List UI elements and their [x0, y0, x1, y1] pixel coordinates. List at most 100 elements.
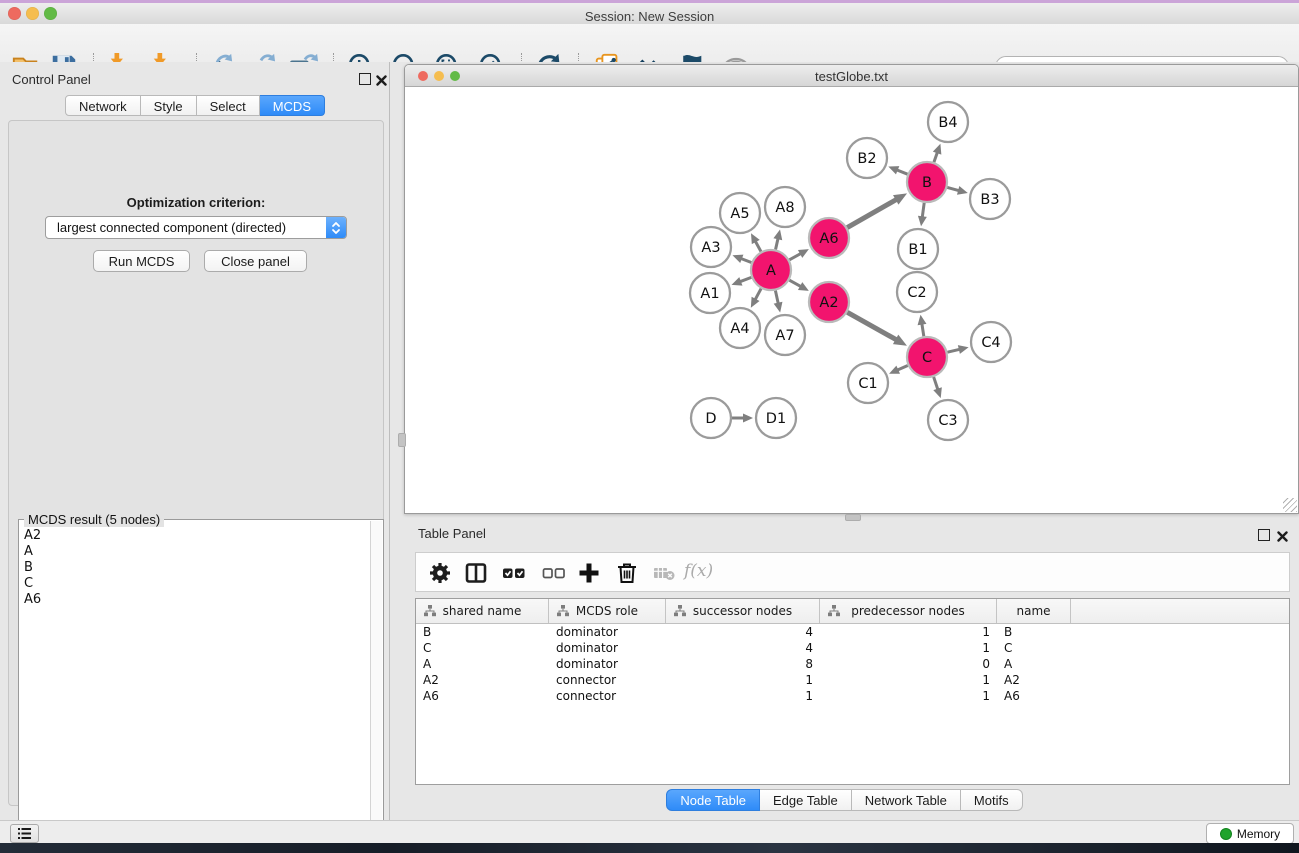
network-canvas[interactable]: B4 B2 B B3 A5 A8A6 A3 B1 A A1 C2 A2 A4A7 C4 C C1 C3 D D1: [405, 87, 1298, 513]
graph-node-B[interactable]: B: [907, 162, 947, 202]
optimization-criterion-label: Optimization criterion:: [9, 195, 383, 210]
graph-node-B4[interactable]: B4: [928, 102, 968, 142]
graph-node-C1[interactable]: C1: [848, 363, 888, 403]
resize-grip[interactable]: [1283, 498, 1297, 512]
add-icon[interactable]: [577, 561, 601, 585]
result-list-item[interactable]: C: [24, 576, 371, 592]
status-bar: Memory: [0, 820, 1299, 843]
edge-arrowhead-icon: [774, 302, 783, 313]
node-table[interactable]: shared nameMCDS rolesuccessor nodesprede…: [415, 598, 1290, 785]
network-view-window[interactable]: testGlobe.txt B4 B2 B B3 A5 A8A6 A3 B1 A A1 C2 A2 A4…: [404, 64, 1299, 514]
graph-node-C[interactable]: C: [907, 337, 947, 377]
table-row[interactable]: Bdominator41B: [416, 624, 1289, 640]
graph-node-B2[interactable]: B2: [847, 138, 887, 178]
criterion-value: largest connected component (directed): [46, 220, 326, 235]
settings-icon[interactable]: [428, 561, 452, 585]
graph-node-A3[interactable]: A3: [691, 227, 731, 267]
table-tab-edge-table[interactable]: Edge Table: [760, 789, 852, 811]
select-all-rows-icon[interactable]: [502, 561, 526, 585]
result-list-item[interactable]: A6: [24, 592, 371, 608]
task-history-button[interactable]: [10, 824, 39, 843]
graph-node-A2[interactable]: A2: [809, 282, 849, 322]
graph-edge-A-A6[interactable]: [789, 253, 801, 260]
tree-column-icon: [674, 605, 686, 617]
result-list-item[interactable]: A2: [24, 528, 371, 544]
table-cell: dominator: [549, 657, 666, 671]
table-cell: 0: [820, 657, 997, 671]
graph-edge-A2-C[interactable]: [847, 312, 897, 340]
svg-text:B4: B4: [938, 115, 957, 131]
memory-label: Memory: [1237, 827, 1280, 841]
criterion-dropdown[interactable]: largest connected component (directed): [45, 216, 347, 239]
graph-edge-C-C4[interactable]: [947, 349, 960, 352]
graph-node-A6[interactable]: A6: [809, 218, 849, 258]
column-header-predecessor-nodes[interactable]: predecessor nodes: [820, 599, 997, 623]
table-close-panel-icon[interactable]: [1277, 529, 1288, 540]
table-row[interactable]: Cdominator41C: [416, 640, 1289, 656]
table-float-panel-icon[interactable]: [1258, 529, 1270, 541]
graph-node-B1[interactable]: B1: [898, 229, 938, 269]
graph-node-A4[interactable]: A4: [720, 308, 760, 348]
result-list-item[interactable]: A: [24, 544, 371, 560]
svg-text:C2: C2: [907, 285, 926, 301]
column-header-name[interactable]: name: [997, 599, 1071, 623]
table-row[interactable]: Adominator80A: [416, 656, 1289, 672]
table-tab-motifs[interactable]: Motifs: [961, 789, 1023, 811]
tree-column-icon: [557, 605, 569, 617]
table-cell: connector: [549, 673, 666, 687]
show-columns-icon[interactable]: [464, 561, 488, 585]
svg-text:A5: A5: [730, 206, 749, 222]
run-mcds-button[interactable]: Run MCDS: [93, 250, 190, 272]
graph-edge-A-A4[interactable]: [755, 289, 761, 301]
table-row[interactable]: A2connector11A2: [416, 672, 1289, 688]
graph-node-C2[interactable]: C2: [897, 272, 937, 312]
close-panel-button[interactable]: Close panel: [204, 250, 307, 272]
deselect-all-rows-icon[interactable]: [542, 561, 566, 585]
mcds-result-box: MCDS result (5 nodes) A2ABCA6: [18, 519, 384, 853]
delete-icon[interactable]: [615, 561, 639, 585]
column-header-shared-name[interactable]: shared name: [416, 599, 549, 623]
graph-edge-C-C3[interactable]: [934, 377, 939, 391]
svg-text:D: D: [705, 411, 716, 427]
horizontal-scrollbar-thumb[interactable]: [845, 514, 861, 521]
graph-node-D1[interactable]: D1: [756, 398, 796, 438]
svg-text:C1: C1: [858, 376, 877, 392]
edge-arrowhead-icon: [732, 255, 743, 263]
column-header-successor-nodes[interactable]: successor nodes: [666, 599, 820, 623]
tab-mcds[interactable]: MCDS: [260, 95, 325, 116]
table-row[interactable]: A6connector11A6: [416, 688, 1289, 704]
column-header-mcds-role[interactable]: MCDS role: [549, 599, 666, 623]
graph-edge-A-A7[interactable]: [775, 291, 778, 305]
tab-select[interactable]: Select: [197, 95, 260, 116]
graph-node-A5[interactable]: A5: [720, 193, 760, 233]
function-builder-icon: f(x): [684, 561, 713, 581]
table-cell: 1: [666, 673, 820, 687]
table-tab-node-table[interactable]: Node Table: [666, 789, 760, 811]
memory-button[interactable]: Memory: [1206, 823, 1294, 844]
graph-edge-C-C2[interactable]: [922, 323, 924, 337]
vertical-scrollbar-thumb[interactable]: [398, 433, 406, 447]
mcds-result-list[interactable]: A2ABCA6: [20, 528, 371, 853]
graph-node-A8[interactable]: A8: [765, 187, 805, 227]
table-cell: A6: [416, 689, 549, 703]
graph-node-C3[interactable]: C3: [928, 400, 968, 440]
graph-node-A[interactable]: A: [751, 250, 791, 290]
graph-edge-A6-B[interactable]: [847, 199, 897, 228]
graph-node-A7[interactable]: A7: [765, 315, 805, 355]
tab-style[interactable]: Style: [141, 95, 197, 116]
graph-node-A1[interactable]: A1: [690, 273, 730, 313]
float-panel-icon[interactable]: [359, 73, 371, 85]
result-list-item[interactable]: B: [24, 560, 371, 576]
main-toolbar: [0, 24, 1299, 63]
table-tab-network-table[interactable]: Network Table: [852, 789, 961, 811]
network-window-titlebar[interactable]: testGlobe.txt: [405, 65, 1298, 87]
tab-network[interactable]: Network: [65, 95, 141, 116]
graph-node-C4[interactable]: C4: [971, 322, 1011, 362]
graph-node-D[interactable]: D: [691, 398, 731, 438]
table-cell: 8: [666, 657, 820, 671]
graph-node-B3[interactable]: B3: [970, 179, 1010, 219]
graph-edge-B-B1[interactable]: [922, 203, 924, 218]
close-panel-icon[interactable]: [376, 73, 387, 84]
graph-edge-A-A2[interactable]: [789, 280, 801, 287]
result-scrollbar[interactable]: [370, 521, 382, 853]
